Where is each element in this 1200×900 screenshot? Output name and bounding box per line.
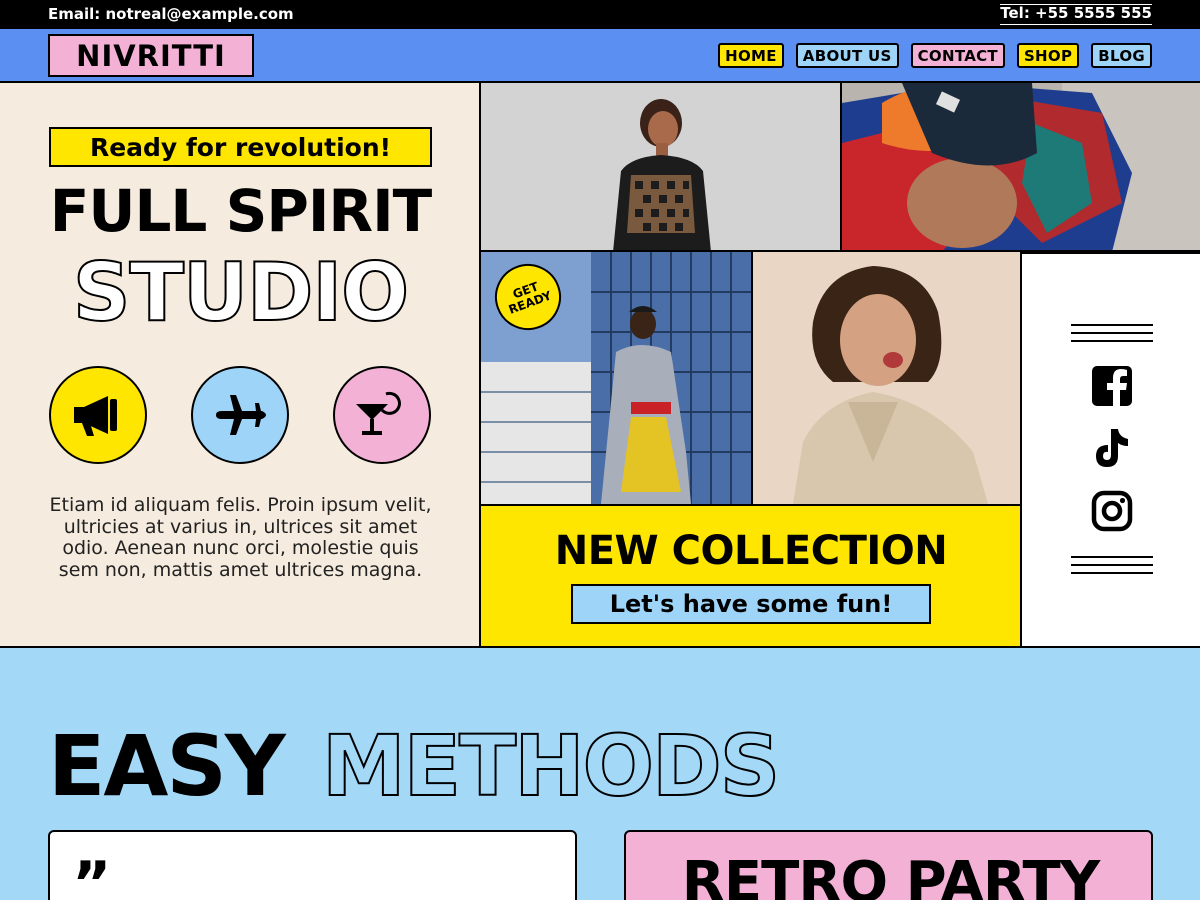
nav-menu: HOME ABOUT US CONTACT SHOP BLOG	[718, 43, 1152, 68]
photo-woman-blazer	[751, 252, 1020, 504]
tiktok-icon[interactable]	[1091, 427, 1133, 469]
contact-phone[interactable]: Tel: +55 5555 555	[1000, 4, 1152, 25]
airplane-icon[interactable]	[191, 366, 289, 464]
instagram-icon[interactable]	[1091, 490, 1133, 532]
quote-mark-icon: ”	[72, 849, 112, 900]
hero-panel: Ready for revolution! FULL SPIRIT STUDIO…	[0, 83, 481, 648]
decorative-lines-top	[1071, 324, 1153, 344]
social-panel	[1020, 252, 1200, 648]
hero-tagline: Ready for revolution!	[49, 127, 432, 167]
section-title-word1: EASY	[48, 717, 286, 815]
testimonial-card: ”	[48, 830, 577, 900]
contact-email[interactable]: Email: notreal@example.com	[48, 5, 294, 23]
hero-title-line1: FULL SPIRIT	[49, 177, 433, 245]
collection-title: NEW COLLECTION	[554, 528, 948, 574]
site-logo[interactable]: NIVRITTI	[48, 34, 254, 77]
hero-title-line2: STUDIO	[72, 245, 410, 340]
collection-cta[interactable]: Let's have some fun!	[571, 584, 931, 624]
hero-description: Etiam id aliquam felis. Proin ipsum veli…	[49, 494, 432, 581]
photo-woman-houndstooth	[481, 83, 840, 252]
retro-party-card: RETRO PARTY	[624, 830, 1153, 900]
nav-item-home[interactable]: HOME	[718, 43, 784, 68]
photo-man-cap	[840, 83, 1200, 252]
decorative-lines-bottom	[1071, 556, 1153, 576]
nav-item-about[interactable]: ABOUT US	[795, 43, 899, 68]
nav-item-contact[interactable]: CONTACT	[910, 43, 1005, 68]
section-title-word2: METHODS	[321, 716, 781, 816]
cocktail-icon[interactable]	[333, 366, 431, 464]
megaphone-icon[interactable]	[49, 366, 147, 464]
top-bar: Email: notreal@example.com Tel: +55 5555…	[0, 0, 1200, 29]
photo-woman-trench: GET READY	[481, 252, 751, 504]
facebook-icon[interactable]	[1091, 365, 1133, 407]
new-collection-banner: NEW COLLECTION Let's have some fun!	[481, 504, 1021, 648]
nav-item-blog[interactable]: BLOG	[1091, 43, 1152, 68]
main-navbar: NIVRITTI HOME ABOUT US CONTACT SHOP BLOG	[0, 29, 1200, 83]
nav-item-shop[interactable]: SHOP	[1016, 43, 1080, 68]
retro-party-title: RETRO PARTY	[681, 850, 1100, 900]
easy-methods-section: EASY METHODS ” RETRO PARTY	[0, 648, 1200, 900]
